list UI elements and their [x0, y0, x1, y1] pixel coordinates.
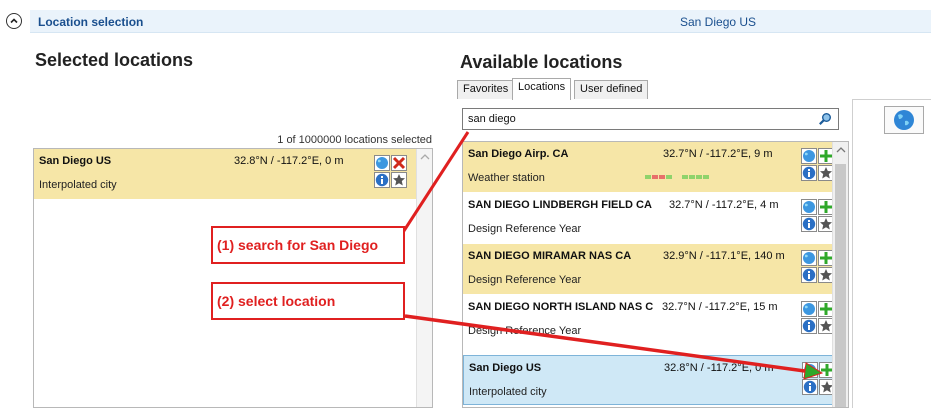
- globe-button[interactable]: [801, 199, 817, 215]
- info-icon: [802, 217, 816, 231]
- list-item-selected[interactable]: San Diego US 32.8°N / -117.2°E, 0 m Inte…: [463, 355, 848, 405]
- search-input-value: san diego: [468, 113, 516, 125]
- location-type: Interpolated city: [39, 179, 117, 191]
- header-current-location: San Diego US: [680, 15, 757, 29]
- annotation-step-2: (2) select location: [211, 282, 405, 320]
- list-item[interactable]: SAN DIEGO NORTH ISLAND NAS C 32.7°N / -1…: [463, 295, 848, 345]
- available-locations-list[interactable]: San Diego Airp. CA 32.7°N / -117.2°E, 9 …: [462, 141, 849, 408]
- selected-list-scrollbar[interactable]: [416, 149, 432, 407]
- tab-favorites[interactable]: Favorites: [457, 80, 515, 99]
- globe-button[interactable]: [374, 155, 390, 171]
- location-coords: 32.7°N / -117.2°E, 9 m: [663, 148, 773, 160]
- selected-locations-list[interactable]: San Diego US 32.8°N / -117.2°E, 0 m Inte…: [33, 148, 433, 408]
- list-item[interactable]: San Diego US 32.8°N / -117.2°E, 0 m Inte…: [34, 149, 432, 199]
- info-icon: [802, 319, 816, 333]
- info-button[interactable]: [374, 172, 390, 188]
- add-plus-icon: [820, 150, 832, 162]
- right-panel: [852, 99, 931, 408]
- selected-count-label: 1 of 1000000 locations selected: [277, 134, 432, 146]
- location-coords: 32.8°N / -117.2°E, 0 m: [234, 155, 344, 167]
- scroll-thumb[interactable]: [835, 164, 846, 407]
- available-locations-heading: Available locations: [460, 52, 623, 72]
- location-type: Weather station: [468, 172, 545, 184]
- available-list-scrollbar[interactable]: [832, 142, 848, 407]
- star-icon: [820, 218, 832, 230]
- location-selection-header[interactable]: [30, 10, 931, 33]
- location-name: SAN DIEGO MIRAMAR NAS CA: [468, 250, 632, 262]
- location-type: Design Reference Year: [468, 325, 582, 337]
- globe-button[interactable]: [801, 301, 817, 317]
- tab-locations[interactable]: Locations: [512, 78, 572, 100]
- star-icon: [393, 174, 405, 186]
- star-icon: [820, 269, 832, 281]
- add-plus-icon: [820, 252, 832, 264]
- remove-x-icon: [392, 156, 406, 170]
- tab-user-defined[interactable]: User defined: [574, 80, 649, 99]
- info-icon: [802, 268, 816, 282]
- location-name: SAN DIEGO NORTH ISLAND NAS C: [468, 301, 654, 313]
- globe-button[interactable]: [801, 148, 817, 164]
- location-coords: 32.8°N / -117.2°E, 0 m: [664, 362, 774, 374]
- list-item[interactable]: SAN DIEGO LINDBERGH FIELD CA 32.7°N / -1…: [463, 193, 848, 243]
- map-view-button[interactable]: [884, 106, 924, 134]
- remove-location-button[interactable]: [391, 155, 407, 171]
- add-plus-icon: [820, 201, 832, 213]
- info-button[interactable]: [801, 165, 817, 181]
- info-icon: [802, 166, 816, 180]
- scroll-up-icon[interactable]: [420, 153, 430, 161]
- globe-icon: [803, 201, 815, 213]
- list-item[interactable]: San Diego Airp. CA 32.7°N / -117.2°E, 9 …: [463, 142, 848, 192]
- globe-icon: [894, 110, 914, 130]
- header-title: Location selection: [38, 15, 144, 29]
- scroll-up-icon[interactable]: [836, 146, 846, 154]
- star-icon: [820, 320, 832, 332]
- search-input[interactable]: san diego: [462, 108, 839, 130]
- location-coords: 32.9°N / -117.1°E, 140 m: [663, 250, 785, 262]
- add-plus-icon: [820, 303, 832, 315]
- favorite-button[interactable]: [391, 172, 407, 188]
- globe-button[interactable]: [802, 362, 818, 378]
- info-button[interactable]: [802, 379, 818, 395]
- location-type: Design Reference Year: [468, 274, 582, 286]
- globe-icon: [376, 157, 388, 169]
- chevron-up-icon: [10, 18, 18, 24]
- globe-icon: [804, 364, 816, 376]
- info-button[interactable]: [801, 216, 817, 232]
- info-button[interactable]: [801, 318, 817, 334]
- location-name: San Diego US: [469, 362, 542, 374]
- location-name: San Diego Airp. CA: [468, 148, 569, 160]
- location-name: SAN DIEGO LINDBERGH FIELD CA: [468, 199, 652, 211]
- search-icon[interactable]: [818, 112, 832, 126]
- location-type: Interpolated city: [469, 386, 547, 398]
- star-icon: [820, 167, 832, 179]
- globe-icon: [803, 150, 815, 162]
- collapse-button[interactable]: [6, 13, 22, 29]
- info-icon: [375, 173, 389, 187]
- selected-locations-heading: Selected locations: [35, 50, 194, 70]
- location-type: Design Reference Year: [468, 223, 582, 235]
- info-icon: [803, 380, 817, 394]
- info-button[interactable]: [801, 267, 817, 283]
- location-coords: 32.7°N / -117.2°E, 4 m: [669, 199, 779, 211]
- globe-icon: [803, 303, 815, 315]
- location-name: San Diego US: [39, 155, 112, 167]
- globe-icon: [803, 252, 815, 264]
- data-quality-indicator: [645, 175, 709, 179]
- annotation-step-1: (1) search for San Diego: [211, 226, 405, 264]
- location-coords: 32.7°N / -117.2°E, 15 m: [662, 301, 778, 313]
- globe-button[interactable]: [801, 250, 817, 266]
- list-item[interactable]: SAN DIEGO MIRAMAR NAS CA 32.9°N / -117.1…: [463, 244, 848, 294]
